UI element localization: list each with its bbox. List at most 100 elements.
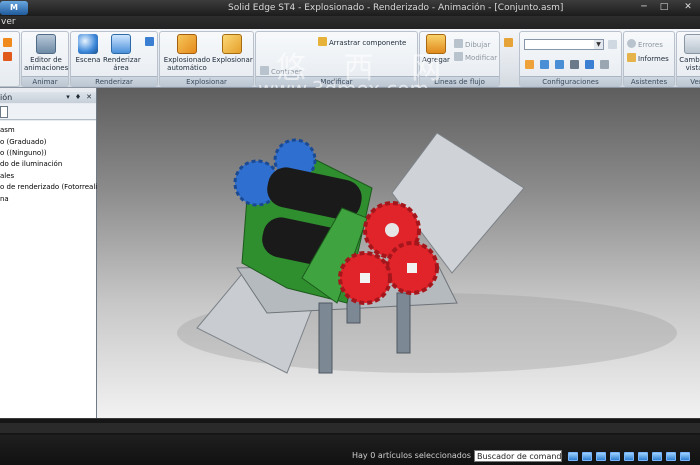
pin-icon[interactable]: ♦ [74,92,82,103]
animation-editor-icon [36,34,56,54]
selection-status: Hay 0 artículos seleccionados [352,451,471,460]
maximize-button[interactable]: □ [656,2,672,13]
ribbon-group-animar: Editor de animaciones Animar [21,31,69,87]
application-button[interactable]: M [0,1,28,15]
tree-item-ales[interactable]: ales [0,171,14,181]
cambiar-vista-label: Cambiar vista [679,56,700,72]
panel-header: ión ▾ ♦ ✕ [0,92,96,103]
tool-icon[interactable] [3,38,12,47]
minimize-button[interactable]: ─ [636,2,652,13]
arrastrar-componente-button[interactable]: Arrastrar componente [318,37,406,48]
ribbon-group-partial [0,31,20,87]
tree-item-ninguno[interactable]: o ((Ninguno)) [0,148,47,158]
dibujar-button[interactable]: Dibujar [454,39,490,50]
escena-label: Escena [75,56,101,64]
tree-item-iluminacion[interactable]: do de iluminación [0,159,62,169]
tree-item-graduado[interactable]: o (Graduado) [0,137,46,147]
rotate-icon[interactable] [624,452,634,461]
support-post[interactable] [318,302,333,374]
window-title: Solid Edge ST4 - Explosionado - Renderiz… [228,3,564,13]
document-icon[interactable] [0,106,8,118]
cambiar-vista-button[interactable]: Cambiar vista [679,34,700,72]
editor-animaciones-button[interactable]: Editor de animaciones [24,34,68,72]
group-label-configuraciones: Configuraciones [520,76,621,86]
support-post[interactable] [396,292,411,354]
status-bar: Hay 0 artículos seleccionados Buscador d… [0,435,700,465]
flowline-icon[interactable] [504,38,513,47]
modificar-lineas-button[interactable]: Modificar [454,52,497,63]
pan-icon[interactable] [610,452,620,461]
errores-label: Errores [638,41,663,49]
draw-icon [454,39,463,48]
gear-hub [407,263,417,273]
escena-button[interactable]: Escena [73,34,103,64]
fit-icon[interactable] [596,452,606,461]
ribbon-group-modificar: Arrastrar componente Contraer Modificar [255,31,418,87]
chevron-down-icon[interactable]: ▼ [594,40,603,49]
shading-icon[interactable] [652,452,662,461]
prompt-bar[interactable] [0,423,700,433]
ribbon-group-lineas-flujo: Agregar Dibujar Modificar Líneas de fluj… [419,31,513,87]
ribbon-group-asistentes: Errores Informes Asistentes [623,31,675,87]
contraer-label: Contraer [271,68,302,76]
ribbon: Editor de animaciones Animar Escena Rend… [0,29,700,101]
tree-item-assembly[interactable]: asm [0,125,15,135]
view-orientation-icon[interactable] [666,452,676,461]
auto-explode-icon [177,34,197,54]
command-finder-input[interactable]: Buscador de comandos [474,450,571,462]
agregar-button[interactable]: Agregar [422,34,450,64]
config-view-icon[interactable] [555,60,564,69]
graphics-viewport[interactable] [97,88,700,418]
command-bar [0,418,700,435]
group-label-ver: Ver [677,76,700,86]
panel-title: ión [0,93,13,102]
drag-component-icon [318,37,327,46]
add-flowline-icon [426,34,446,54]
panel-menu-button[interactable]: ▾ [64,92,72,103]
config-display-icon[interactable] [585,60,594,69]
reports-icon [627,53,636,62]
collapse-icon [260,66,269,75]
tree-item-na[interactable]: na [0,194,9,204]
group-label-explosionar: Explosionar [160,76,253,86]
renderizar-area-button[interactable]: Renderizar área [103,34,141,72]
config-view-icon[interactable] [540,60,549,69]
configuration-combo[interactable]: ▼ [524,39,604,50]
zoom-icon[interactable] [582,452,592,461]
menu-bar: ver [0,16,700,29]
ribbon-group-configuraciones: ▼ Configuraciones [519,31,622,87]
group-label-asistentes: Asistentes [624,76,674,86]
group-label-renderizar: Renderizar [71,76,157,86]
render-area-icon [111,34,131,54]
arrastrar-componente-label: Arrastrar componente [329,39,407,47]
ribbon-group-ver: Cambiar vista Ver [676,31,700,87]
modificar-lineas-label: Modificar [465,54,498,62]
errors-icon [627,39,636,48]
explosionado-automatico-button[interactable]: Explosionado automático [162,34,212,72]
explosionado-automatico-label: Explosionado automático [163,56,211,72]
explosionar-button[interactable]: Explosionar [212,34,253,64]
explosionar-label: Explosionar [212,56,253,64]
errores-button[interactable]: Errores [627,39,663,50]
camera-icon[interactable] [570,60,579,69]
zoom-area-icon[interactable] [568,452,578,461]
tool-icon[interactable] [3,52,12,61]
panel-close-button[interactable]: ✕ [85,92,93,103]
tree-item-renderizado[interactable]: o de renderizado (Fotorrealista) [0,182,111,192]
change-view-icon [684,34,700,54]
menu-item-ver[interactable]: ver [1,16,16,29]
group-label-animar: Animar [22,76,68,86]
config-save-icon[interactable] [608,40,617,49]
config-open-icon[interactable] [525,60,534,69]
render-options-icon[interactable] [145,37,154,46]
title-bar: M Solid Edge ST4 - Explosionado - Render… [0,0,700,16]
ribbon-group-explosionar: Explosionado automático Explosionar Expl… [159,31,254,87]
assembly-model[interactable] [97,88,700,418]
view-style-icon[interactable] [638,452,648,461]
config-settings-icon[interactable] [600,60,609,69]
informes-button[interactable]: Informes [627,53,669,64]
close-button[interactable]: ✕ [680,2,696,13]
display-icon[interactable] [680,452,690,461]
modify-icon [454,52,463,61]
agregar-label: Agregar [422,56,450,64]
